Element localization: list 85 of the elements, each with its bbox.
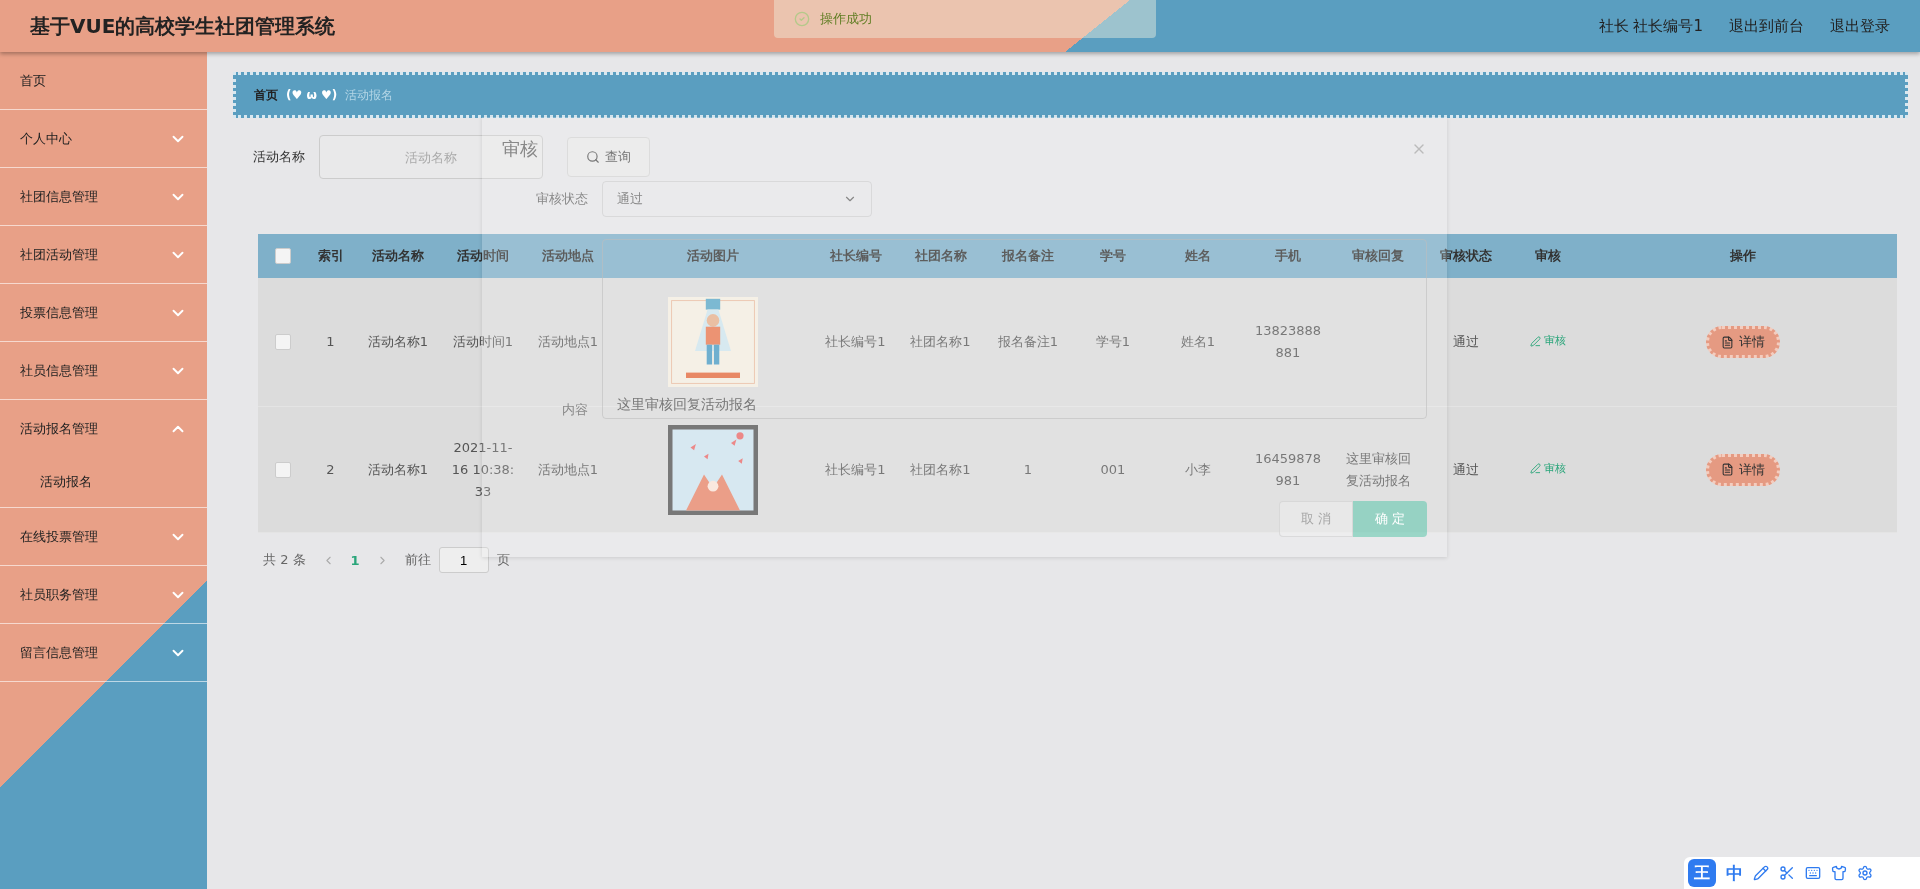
settings-icon[interactable]	[1857, 865, 1873, 881]
pencil-icon[interactable]	[1753, 865, 1769, 881]
header-link[interactable]: 退出登录	[1830, 16, 1890, 36]
sidebar-item[interactable]: 社团活动管理	[0, 226, 207, 284]
table-cell-text: 活动地点1	[536, 460, 600, 479]
column-header: 活动地点	[541, 247, 595, 265]
table-cell-text: 社长编号1	[824, 460, 887, 479]
goto-label: 前往	[404, 551, 431, 569]
detail-button[interactable]: 详情	[1705, 326, 1780, 358]
column-header: 活动名称	[371, 247, 425, 265]
sidebar-item[interactable]: 社团信息管理	[0, 168, 207, 226]
table-cell-text: 001	[1099, 460, 1127, 479]
shirt-icon[interactable]	[1831, 865, 1847, 881]
pen-icon	[1530, 463, 1541, 475]
document-icon	[1720, 463, 1734, 476]
detail-button[interactable]: 详情	[1705, 453, 1780, 486]
table-cell-text: 小李	[1184, 460, 1212, 479]
table-cell-text: 13823888881	[1253, 322, 1323, 362]
sidebar-item[interactable]: 留言信息管理	[0, 624, 207, 682]
column-header: 审核状态	[1438, 247, 1493, 265]
status-select[interactable]: 通过	[602, 181, 872, 217]
column-header: 活动图片	[686, 247, 740, 265]
table-cell-text: 通过	[1451, 460, 1480, 479]
table-cell-text: 这里审核回复活动报名	[1344, 449, 1412, 490]
select-all-checkbox[interactable]	[275, 248, 291, 264]
table-cell-text: 社团名称1	[909, 460, 972, 479]
sidebar-item[interactable]: 个人中心	[0, 110, 207, 168]
column-header: 社长编号	[828, 247, 883, 265]
column-header: 学号	[1099, 247, 1127, 265]
table-cell-text: 社团名称1	[909, 333, 972, 351]
sidebar-subitem[interactable]: 活动报名	[0, 457, 207, 507]
input-mode[interactable]: 中	[1726, 861, 1743, 885]
table-cell-text: 通过	[1451, 333, 1480, 351]
user-label: 社长 社长编号1	[1598, 16, 1703, 36]
column-header: 手机	[1274, 247, 1302, 265]
table-cell-text: 社长编号1	[824, 333, 887, 351]
table-cell-text: 姓名1	[1179, 333, 1217, 351]
table-cell-text: 活动名称1	[366, 460, 430, 479]
pen-icon	[1530, 335, 1541, 347]
dialog-title: 审核	[502, 137, 538, 161]
breadcrumb-separator: (♥ ω ♥)	[286, 88, 338, 102]
sidebar-item[interactable]: 投票信息管理	[0, 284, 207, 342]
page-unit: 页	[496, 551, 510, 569]
total-count: 共 2 条	[263, 551, 306, 569]
column-header: 活动时间	[456, 247, 510, 265]
search-icon	[586, 150, 600, 164]
column-header: 报名备注	[1000, 247, 1055, 265]
sidebar-item[interactable]: 社员职务管理	[0, 566, 207, 624]
column-header: 操作	[1728, 247, 1757, 265]
sidebar-item[interactable]: 活动报名管理	[0, 400, 207, 457]
field-label: 审核状态	[536, 190, 588, 208]
row-checkbox[interactable]	[275, 334, 291, 350]
search-label: 活动名称	[253, 148, 305, 166]
sidebar-item[interactable]: 首页	[0, 52, 207, 110]
column-header: 姓名	[1184, 247, 1212, 265]
table-cell-text: 活动名称1	[366, 333, 430, 351]
table-cell-text: 学号1	[1094, 333, 1132, 351]
search-button[interactable]: 查询	[567, 137, 650, 177]
table-cell-text: 2021-11-16 10:38:33	[450, 438, 516, 501]
breadcrumb-current: 活动报名	[345, 86, 394, 104]
goto-field[interactable]: 1	[438, 547, 489, 573]
table-cell-text: 活动地点1	[536, 333, 600, 351]
row-checkbox[interactable]	[275, 461, 291, 478]
table-cell-text: 报名备注1	[996, 333, 1060, 351]
table-cell-text: 1	[325, 333, 336, 351]
app-title: 基于VUE的高校学生社团管理系统	[30, 12, 336, 40]
header-link[interactable]: 退出到前台	[1729, 16, 1804, 36]
column-header: 审核	[1534, 247, 1562, 265]
column-header: 社团名称	[913, 247, 968, 265]
table-cell-text: 1	[1022, 460, 1034, 479]
ime-logo[interactable]: 王	[1688, 859, 1716, 887]
sidebar-item[interactable]: 在线投票管理	[0, 508, 207, 566]
table-cell-text: 16459878981	[1253, 449, 1323, 490]
success-icon	[794, 11, 810, 27]
document-icon	[1720, 335, 1734, 349]
field-label: 内容	[562, 401, 588, 419]
table-cell-text: 2	[325, 460, 336, 479]
column-header: 审核回复	[1351, 247, 1405, 265]
table-cell-text: 活动时间1	[451, 333, 515, 351]
toast-message: 操作成功	[820, 10, 872, 28]
scissors-icon[interactable]	[1779, 865, 1795, 881]
sidebar-item[interactable]: 社员信息管理	[0, 342, 207, 400]
breadcrumb-home[interactable]: 首页	[254, 86, 278, 104]
column-header: 索引	[316, 247, 345, 265]
keyboard-icon[interactable]	[1805, 865, 1821, 881]
